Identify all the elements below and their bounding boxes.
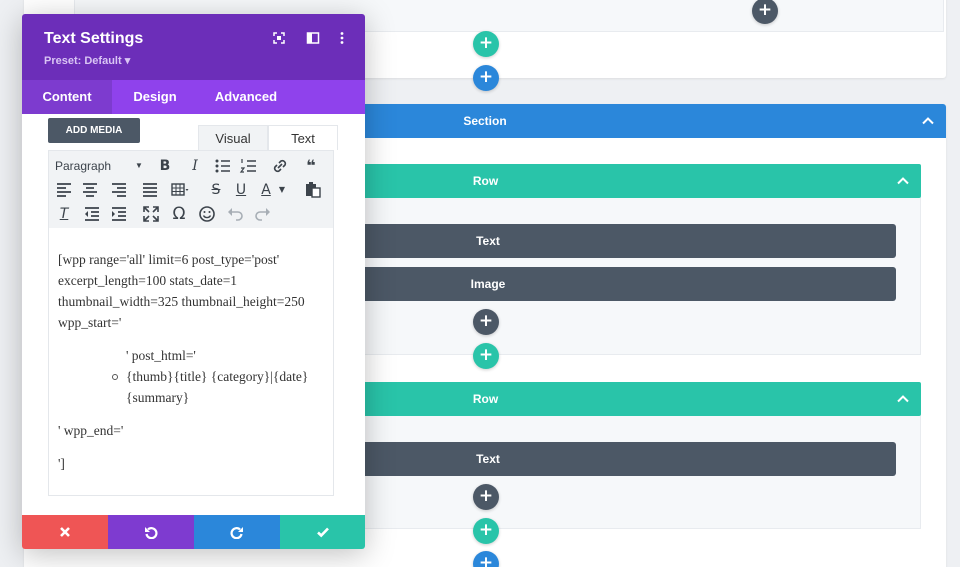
numbered-list-icon[interactable] bbox=[239, 156, 259, 176]
fullscreen-icon[interactable] bbox=[141, 204, 161, 224]
cancel-button[interactable] bbox=[22, 515, 108, 549]
chevron-down-icon[interactable]: ▼ bbox=[135, 156, 143, 176]
format-select[interactable]: Paragraph bbox=[55, 156, 111, 176]
paste-icon[interactable] bbox=[303, 180, 323, 200]
bullet-list-icon[interactable] bbox=[213, 156, 233, 176]
tab-content[interactable]: Content bbox=[22, 80, 112, 114]
collapse-chevron-icon[interactable] bbox=[920, 113, 936, 129]
add-module-button[interactable]: + bbox=[473, 309, 499, 335]
strikethrough-icon[interactable]: S bbox=[206, 180, 226, 200]
fullscreen-icon[interactable] bbox=[272, 31, 286, 45]
more-options-icon[interactable] bbox=[335, 31, 349, 45]
italic-icon[interactable]: I bbox=[185, 156, 205, 176]
undo-icon[interactable] bbox=[225, 204, 245, 224]
undo-icon bbox=[145, 527, 158, 539]
redo-button[interactable] bbox=[194, 515, 280, 549]
text-settings-modal: Text Settings Preset: Default ▾ Content … bbox=[22, 14, 365, 549]
list-bullet bbox=[112, 374, 118, 380]
chevron-down-icon[interactable]: ▼ bbox=[272, 180, 292, 200]
justify-icon[interactable] bbox=[140, 180, 160, 200]
align-right-icon[interactable] bbox=[109, 180, 129, 200]
clear-formatting-icon[interactable]: T bbox=[54, 204, 74, 224]
align-left-icon[interactable] bbox=[54, 180, 74, 200]
editor-tab-visual[interactable]: Visual bbox=[198, 125, 268, 150]
special-character-icon[interactable]: Ω bbox=[169, 204, 189, 224]
modal-header[interactable]: Text Settings Preset: Default ▾ bbox=[22, 14, 365, 80]
rich-text-editor[interactable]: Paragraph ▼ B I ❝ S U A ▼ T Ω [wpp range… bbox=[48, 150, 334, 496]
cancel-icon bbox=[60, 527, 70, 537]
add-module-button[interactable]: + bbox=[473, 484, 499, 510]
tab-advanced[interactable]: Advanced bbox=[208, 80, 284, 114]
link-icon[interactable] bbox=[270, 156, 290, 176]
add-row-button[interactable]: + bbox=[473, 518, 499, 544]
editor-toolbar: Paragraph ▼ B I ❝ S U A ▼ T Ω bbox=[49, 151, 333, 228]
blockquote-icon[interactable]: ❝ bbox=[301, 156, 321, 176]
collapse-chevron-icon[interactable] bbox=[895, 391, 911, 407]
shortcode-paragraph: ' wpp_end=' bbox=[58, 423, 124, 438]
list-item: {thumb}{title} {category}|{date} {summar… bbox=[126, 369, 309, 405]
emoji-icon[interactable] bbox=[197, 204, 217, 224]
nested-list: ' post_html=' {thumb}{title} {category}|… bbox=[112, 345, 328, 408]
save-icon bbox=[317, 527, 329, 538]
redo-icon[interactable] bbox=[253, 204, 273, 224]
collapse-chevron-icon[interactable] bbox=[895, 173, 911, 189]
preset-dropdown[interactable]: Preset: Default ▾ bbox=[44, 54, 130, 67]
add-media-button[interactable]: ADD MEDIA bbox=[48, 118, 140, 143]
add-row-button[interactable]: + bbox=[473, 31, 499, 57]
add-row-button[interactable]: + bbox=[473, 343, 499, 369]
indent-icon[interactable] bbox=[109, 204, 129, 224]
editor-content[interactable]: [wpp range='all' limit=6 post_type='post… bbox=[58, 249, 328, 486]
shortcode-paragraph: '] bbox=[58, 456, 65, 471]
sidebar-icon[interactable] bbox=[306, 31, 320, 45]
list-text: ' post_html=' bbox=[126, 348, 196, 363]
modal-footer bbox=[22, 515, 365, 549]
undo-button[interactable] bbox=[108, 515, 194, 549]
tab-design[interactable]: Design bbox=[120, 80, 190, 114]
outdent-icon[interactable] bbox=[82, 204, 102, 224]
modal-tabs: Content Design Advanced bbox=[22, 80, 365, 114]
modal-title: Text Settings bbox=[44, 30, 144, 47]
table-icon[interactable] bbox=[170, 180, 190, 200]
align-center-icon[interactable] bbox=[80, 180, 100, 200]
save-button[interactable] bbox=[280, 515, 365, 549]
bold-icon[interactable]: B bbox=[155, 156, 175, 176]
redo-icon bbox=[230, 527, 243, 539]
editor-tab-text[interactable]: Text bbox=[268, 125, 338, 150]
add-section-button[interactable]: + bbox=[473, 65, 499, 91]
underline-icon[interactable]: U bbox=[231, 180, 251, 200]
shortcode-paragraph: [wpp range='all' limit=6 post_type='post… bbox=[58, 252, 305, 330]
